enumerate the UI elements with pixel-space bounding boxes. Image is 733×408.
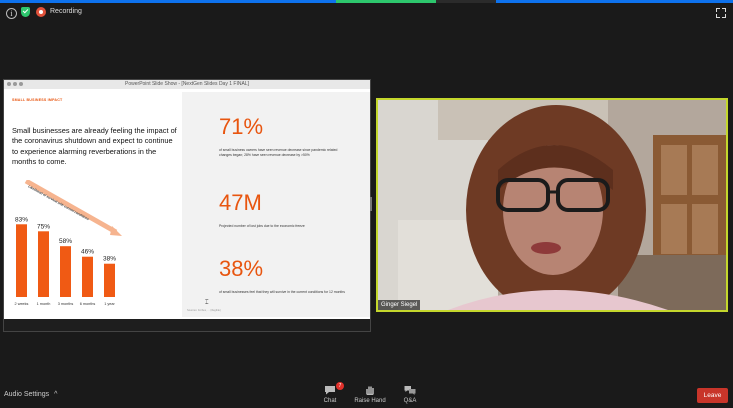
qa-label: Q&A (403, 398, 417, 404)
stat-value: 71% (219, 114, 264, 139)
speaker-video-frame (378, 100, 726, 310)
chat-unread-badge: 7 (336, 382, 344, 390)
chat-label: Chat (323, 398, 337, 404)
chart-bar (16, 224, 27, 297)
qa-button[interactable]: Q&A (390, 385, 430, 404)
chat-icon (325, 386, 335, 395)
stat-value: 38% (219, 256, 264, 281)
share-window-titlebar: PowerPoint Slide Show - [NextGen Slides … (4, 80, 370, 89)
chart-data-label: 46% (81, 249, 94, 256)
chevron-up-icon: ^ (54, 391, 58, 398)
chart-data-label: 58% (59, 238, 72, 245)
shared-screen[interactable]: PowerPoint Slide Show - [NextGen Slides … (3, 79, 371, 332)
hand-icon (366, 386, 374, 395)
speaker-video-tile[interactable] (376, 98, 728, 312)
audio-settings-button[interactable]: Audio Settings ^ (4, 391, 57, 398)
chart-category-label: 3 months (58, 302, 74, 306)
info-icon[interactable]: i (6, 8, 17, 19)
chart-data-label: 38% (103, 256, 116, 263)
share-window-statusbar (4, 319, 370, 331)
stat-description: of small businesses feel that they will … (219, 290, 345, 294)
chart-category-label: 6 months (80, 302, 96, 306)
survival-bar-chart: Likelihood of survival with current cond… (15, 180, 122, 306)
shield-check-icon[interactable] (21, 7, 30, 17)
share-window-title: PowerPoint Slide Show - [NextGen Slides … (125, 81, 249, 87)
stat-description: Projected number of lost jobs due to the… (219, 224, 305, 228)
chart-bar (38, 231, 49, 297)
raise-hand-label: Raise Hand (354, 398, 386, 404)
fullscreen-icon[interactable] (716, 8, 726, 18)
stat-value: 47M (219, 190, 262, 215)
chart-category-label: 1 year (104, 302, 115, 306)
recording-label: Recording (50, 8, 82, 15)
presentation-slide: SMALL BUSINESS IMPACT Small businesses a… (4, 92, 370, 317)
slide-left-panel: SMALL BUSINESS IMPACT Small businesses a… (4, 92, 182, 317)
chat-button[interactable]: 7 Chat (310, 382, 350, 404)
qa-icon (404, 386, 416, 395)
participant-name: Ginger Siegel (378, 300, 421, 310)
slide-footnote: Sources: Forbes, ... (illegible) (187, 309, 221, 312)
chart-category-label: 1 month (37, 302, 51, 306)
chart-bar (82, 256, 93, 297)
trend-arrow-caption: Likelihood of survival with current cond… (28, 184, 90, 221)
split-divider-handle[interactable] (370, 197, 372, 211)
mouse-cursor-icon: ⌶ (205, 300, 209, 306)
raise-hand-button[interactable]: Raise Hand (350, 385, 390, 404)
record-icon[interactable] (36, 7, 46, 17)
chart-data-label: 83% (15, 216, 28, 223)
slide-right-panel: 71% of small business owners have seen r… (182, 92, 370, 317)
audio-settings-label: Audio Settings (4, 391, 50, 398)
chart-data-label: 75% (37, 223, 50, 230)
leave-button[interactable]: Leave (697, 388, 728, 403)
slide-headline: Small businesses are already feeling the… (12, 126, 177, 166)
slide-kicker: SMALL BUSINESS IMPACT (12, 98, 63, 102)
stat-description: of small business owners have seen reven… (219, 148, 338, 157)
chart-bar (60, 246, 71, 297)
chart-bar (104, 263, 115, 297)
top-status-strip (0, 0, 733, 3)
chart-category-label: 2 weeks (15, 302, 29, 306)
